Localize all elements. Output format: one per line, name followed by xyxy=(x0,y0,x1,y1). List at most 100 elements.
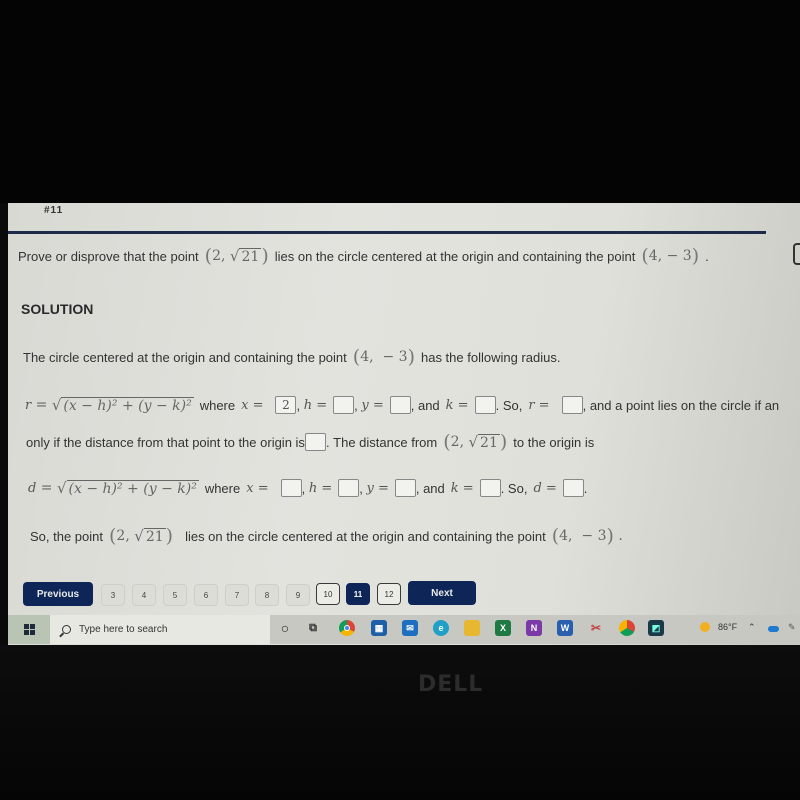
distance-statement-line: only if the distance from that point to … xyxy=(26,431,595,453)
k-label: k = xyxy=(445,397,469,413)
page-button-9[interactable]: 9 xyxy=(286,584,310,606)
and-label: and xyxy=(417,397,440,413)
distance-formula-line: d = √ (x − h)² + (y − k)² where x = , h =… xyxy=(28,479,588,497)
show-hidden-icons-chevron-icon[interactable]: ⌃ xyxy=(748,622,756,633)
monitor-bezel-top xyxy=(0,0,800,203)
monitor-bezel-bottom xyxy=(0,645,800,800)
d-label: d = xyxy=(533,480,557,496)
search-placeholder: Type here to search xyxy=(79,624,168,635)
distance-text-mid: The distance from xyxy=(333,434,438,450)
page-button-10[interactable]: 10 xyxy=(316,583,340,605)
radius-tail-text: and a point lies on the circle if an xyxy=(589,397,780,413)
page-button-3[interactable]: 3 xyxy=(101,584,125,606)
radius-r-input[interactable] xyxy=(561,396,583,414)
where-label: where xyxy=(199,397,236,413)
conclusion-text-post: lies on the circle centered at the origi… xyxy=(185,528,546,544)
browser-content: #11 Prove or disprove that the point (2,… xyxy=(8,203,800,645)
taskbar-search-box[interactable]: Type here to search xyxy=(50,615,270,644)
distance-k-input[interactable] xyxy=(479,479,501,497)
page-button-12[interactable]: 12 xyxy=(377,583,401,605)
page-button-6[interactable]: 6 xyxy=(194,584,218,606)
excel-icon[interactable]: X xyxy=(495,620,511,636)
snipping-tool-icon[interactable]: ✂ xyxy=(588,620,604,636)
weather-temperature[interactable]: 86°F xyxy=(718,622,737,632)
pen-icon[interactable]: ✎ xyxy=(788,622,796,633)
point1-x: 2 xyxy=(212,248,222,264)
edge-icon[interactable]: e xyxy=(433,620,449,636)
radius-k-input[interactable] xyxy=(474,396,496,414)
next-button[interactable]: Next xyxy=(408,581,476,605)
intro-point-y: − 3 xyxy=(382,349,408,365)
point1-radicand: 21 xyxy=(239,248,262,265)
problem-statement: Prove or disprove that the point (2, √ 21… xyxy=(18,245,709,267)
page-button-5[interactable]: 5 xyxy=(163,584,187,606)
distance-d-input[interactable] xyxy=(562,479,584,497)
intro-line: The circle centered at the origin and co… xyxy=(23,346,561,368)
prompt-end: . xyxy=(705,248,709,264)
windows-logo-icon xyxy=(23,624,35,635)
prompt-text-pre: Prove or disprove that the point xyxy=(18,248,199,264)
y-label: y = xyxy=(361,397,384,413)
y-label-2: y = xyxy=(366,480,389,496)
intro-text-pre: The circle centered at the origin and co… xyxy=(23,349,347,365)
page-button-7[interactable]: 7 xyxy=(225,584,249,606)
distance-sqrt: √ (x − h)² + (y − k)² xyxy=(56,479,199,497)
conclusion-text-pre: So, the point xyxy=(30,528,103,544)
r-label: r = xyxy=(528,397,550,413)
conclusion-sqrt: √ 21 xyxy=(134,527,166,545)
distance-h-input[interactable] xyxy=(338,479,360,497)
intro-text-post: has the following radius. xyxy=(420,349,561,365)
distance-text-pre: only if the distance from that point to … xyxy=(26,434,305,450)
and-label-2: and xyxy=(423,480,445,496)
so-label-2: So, xyxy=(507,480,528,496)
point2-x: 4 xyxy=(648,248,658,264)
distance-point-x: 2 xyxy=(450,434,460,450)
distance-to-origin-input[interactable] xyxy=(304,433,326,451)
page-button-8[interactable]: 8 xyxy=(255,584,279,606)
solution-heading: SOLUTION xyxy=(21,301,94,317)
chrome-icon[interactable] xyxy=(339,620,355,636)
chrome-profile-icon[interactable] xyxy=(619,620,635,636)
distance-x-input[interactable] xyxy=(280,479,302,497)
where-label-2: where xyxy=(204,480,241,496)
radius-formula-line: r = √ (x − h)² + (y − k)² where x = 2, h … xyxy=(25,396,780,414)
start-button[interactable] xyxy=(8,615,50,644)
previous-button[interactable]: Previous xyxy=(23,582,93,606)
distance-radicand: (x − h)² + (y − k)² xyxy=(66,480,199,497)
conclusion-point2-x: 4 xyxy=(559,528,569,544)
intro-point-x: 4 xyxy=(360,349,370,365)
conclusion-line: So, the point (2, √ 21 ) lies on the circ… xyxy=(30,525,623,547)
app-icon[interactable]: ◩ xyxy=(648,620,664,636)
point2-y: − 3 xyxy=(666,248,692,264)
prompt-text-mid: lies on the circle centered at the origi… xyxy=(274,248,636,264)
question-number: #11 xyxy=(44,205,64,216)
radius-y-input[interactable] xyxy=(389,396,411,414)
radius-x-input[interactable]: 2 xyxy=(275,396,297,414)
weather-sun-icon xyxy=(700,622,710,632)
header-divider xyxy=(8,231,766,234)
microsoft-store-icon[interactable]: ▦ xyxy=(371,620,387,636)
so-label: So, xyxy=(502,397,523,413)
cortana-icon[interactable]: ○ xyxy=(277,620,293,636)
distance-point-sqrt: √ 21 xyxy=(468,433,500,451)
file-explorer-icon[interactable] xyxy=(464,620,480,636)
task-view-icon[interactable]: ⧉ xyxy=(305,620,321,636)
radius-h-input[interactable] xyxy=(333,396,355,414)
conclusion-radicand: 21 xyxy=(143,528,166,545)
conclusion-point2-y: − 3 xyxy=(581,528,607,544)
h-label: h = xyxy=(303,397,328,413)
page-button-11-current[interactable]: 11 xyxy=(346,583,370,605)
onenote-icon[interactable]: N xyxy=(526,620,542,636)
side-button[interactable] xyxy=(793,243,800,265)
distance-lhs: d xyxy=(28,480,37,496)
radius-radicand: (x − h)² + (y − k)² xyxy=(61,397,194,414)
x-label-2: x = xyxy=(246,480,269,496)
search-icon xyxy=(62,625,71,634)
monitor-bezel-left xyxy=(0,203,8,645)
distance-y-input[interactable] xyxy=(394,479,416,497)
mail-icon[interactable]: ✉ xyxy=(402,620,418,636)
k-label-2: k = xyxy=(450,480,474,496)
page-button-4[interactable]: 4 xyxy=(132,584,156,606)
word-icon[interactable]: W xyxy=(557,620,573,636)
onedrive-cloud-icon[interactable] xyxy=(768,626,779,632)
